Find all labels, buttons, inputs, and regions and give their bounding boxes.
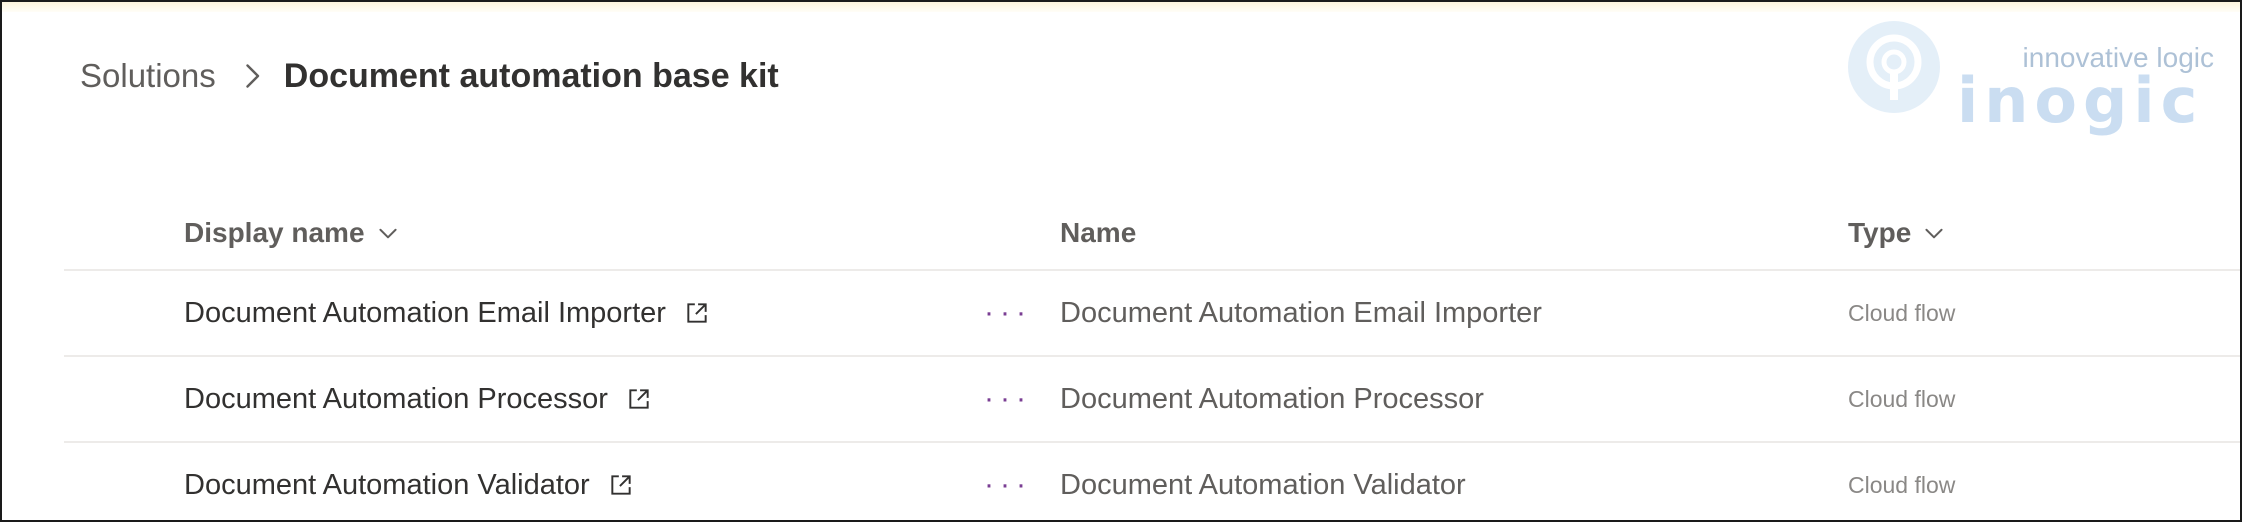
open-external-icon[interactable] — [608, 472, 634, 498]
type-value: Cloud flow — [1848, 385, 1956, 412]
logo-wordmark: inogic — [1957, 64, 2204, 137]
column-header-name[interactable]: Name — [1060, 197, 1136, 269]
column-header-type[interactable]: Type — [1848, 197, 1947, 269]
chevron-right-icon — [246, 64, 259, 88]
type-cell: Cloud flow — [1848, 357, 1955, 441]
display-name-cell: Document Automation Processor — [184, 357, 652, 441]
table-row[interactable]: Document Automation Validator ··· Docume… — [64, 443, 2240, 520]
name-value: Document Automation Validator — [1060, 468, 1466, 501]
type-value: Cloud flow — [1848, 299, 1956, 326]
type-value: Cloud flow — [1848, 471, 1956, 498]
column-header-display-name[interactable]: Display name — [184, 197, 401, 269]
logo-mark-icon — [1848, 21, 1940, 113]
table-header: Display name Name Type — [64, 197, 2240, 271]
display-name-link[interactable]: Document Automation Email Importer — [184, 297, 666, 330]
column-header-label: Type — [1848, 217, 1912, 248]
more-options-cell: ··· — [974, 357, 1042, 441]
open-external-icon[interactable] — [626, 386, 652, 412]
solution-view: Solutions Document automation base kit i… — [0, 0, 2242, 522]
breadcrumb-solutions-link[interactable]: Solutions — [80, 57, 216, 95]
name-value: Document Automation Processor — [1060, 382, 1484, 415]
type-cell: Cloud flow — [1848, 271, 1955, 355]
display-name-cell: Document Automation Validator — [184, 443, 634, 520]
page-title: Document automation base kit — [283, 56, 779, 95]
open-external-icon[interactable] — [684, 300, 710, 326]
chevron-down-icon — [378, 228, 397, 239]
name-cell: Document Automation Validator — [1060, 443, 1466, 520]
more-options-cell: ··· — [974, 271, 1042, 355]
display-name-link[interactable]: Document Automation Processor — [184, 383, 608, 416]
components-table: Display name Name Type Document Automati… — [64, 197, 2240, 520]
name-cell: Document Automation Email Importer — [1060, 271, 1542, 355]
more-options-icon[interactable]: ··· — [974, 296, 1042, 330]
type-cell: Cloud flow — [1848, 443, 1956, 520]
name-value: Document Automation Email Importer — [1060, 296, 1542, 329]
display-name-link[interactable]: Document Automation Validator — [184, 469, 590, 502]
display-name-cell: Document Automation Email Importer — [184, 271, 710, 355]
column-header-label: Name — [1060, 217, 1137, 248]
column-header-label: Display name — [184, 217, 365, 248]
table-row[interactable]: Document Automation Processor ··· Docume… — [64, 357, 2240, 443]
table-row[interactable]: Document Automation Email Importer ··· D… — [64, 271, 2240, 357]
top-accent-bar — [2, 2, 2240, 12]
more-options-icon[interactable]: ··· — [974, 468, 1042, 502]
inogic-logo: innovative logic inogic — [1842, 12, 2232, 137]
more-options-icon[interactable]: ··· — [974, 382, 1042, 416]
name-cell: Document Automation Processor — [1060, 357, 1484, 441]
chevron-down-icon — [1925, 228, 1943, 239]
more-options-cell: ··· — [974, 443, 1042, 520]
breadcrumb: Solutions Document automation base kit — [80, 48, 779, 104]
